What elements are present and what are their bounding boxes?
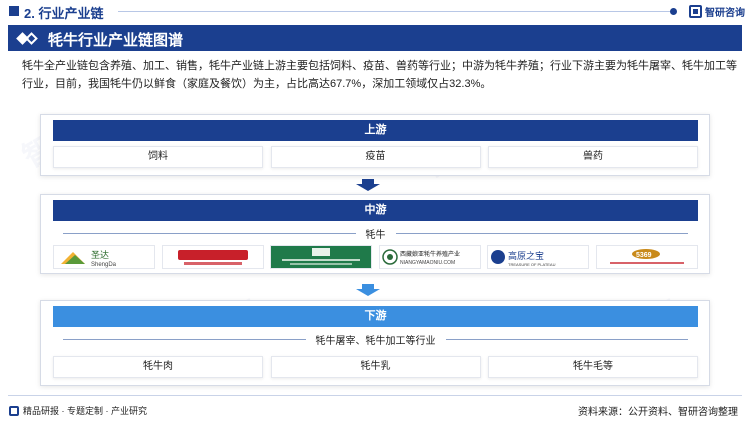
section-marker-icon — [9, 6, 19, 16]
gaoyuan-logo-icon: 高原之宝 TREASURE OF PLATEAU — [491, 250, 556, 267]
downstream-item-yak-meat: 牦牛肉 — [53, 356, 263, 378]
title-banner: 牦牛行业产业链图谱 — [8, 25, 742, 51]
5369-logo-icon: 5369 — [609, 249, 684, 264]
logo-green-brand — [270, 245, 373, 269]
svg-text:TREASURE OF PLATEAU: TREASURE OF PLATEAU — [508, 262, 556, 267]
divider-line — [395, 233, 688, 234]
svg-text:圣达: 圣达 — [91, 249, 109, 260]
svg-text:NIANGYAMAONIU.COM: NIANGYAMAONIU.COM — [400, 260, 455, 266]
upstream-item-vaccine: 疫苗 — [270, 146, 481, 168]
red-brand-logo-icon — [177, 250, 248, 265]
upstream-panel: 上游 饲料 疫苗 兽药 — [40, 114, 710, 176]
shengda-logo-icon: 圣达 ShengDa — [61, 249, 117, 268]
svg-text:5369: 5369 — [636, 252, 652, 259]
midstream-header: 中游 — [53, 200, 698, 221]
brand-logo-icon — [689, 5, 702, 18]
logo-gaoyuan-zhibao: 高原之宝 TREASURE OF PLATEAU — [487, 245, 590, 269]
logo-red-brand — [161, 245, 264, 269]
upstream-item-veterinary-drug: 兽药 — [488, 146, 698, 168]
divider-line — [63, 233, 356, 234]
downstream-sublabel: 牦牛屠宰、牦牛加工等行业 — [315, 336, 436, 347]
downstream-items: 牦牛肉 牦牛乳 牦牛毛等 — [53, 356, 698, 378]
banner-title: 牦牛行业产业链图谱 — [48, 32, 184, 49]
footer-divider — [8, 395, 742, 396]
diamond-outline-icon — [25, 32, 38, 45]
midstream-sublabel-row: 牦牛 — [53, 226, 698, 241]
downstream-header: 下游 — [53, 306, 698, 327]
downstream-item-yak-milk: 牦牛乳 — [270, 356, 481, 378]
logo-5369: 5369 — [595, 245, 698, 269]
upstream-item-feed: 饲料 — [53, 146, 263, 168]
divider-line — [445, 339, 688, 340]
green-brand-logo-icon — [282, 248, 361, 265]
header-divider — [118, 11, 673, 12]
logo-shengda: 圣达 ShengDa — [53, 245, 155, 269]
logo-niangya: 西藏娘亚牦牛养殖产业 NIANGYAMAONIU.COM — [378, 245, 481, 269]
niangya-logo-icon: 西藏娘亚牦牛养殖产业 NIANGYAMAONIU.COM — [382, 249, 460, 266]
footer: 精品研报 · 专题定制 · 产业研究 资料来源：公开资料、智研咨询整理 — [0, 395, 750, 422]
upstream-header: 上游 — [53, 120, 698, 141]
header-dot-icon — [670, 8, 677, 15]
midstream-sublabel: 牦牛 — [365, 230, 386, 241]
intro-paragraph: 牦牛全产业链包含养殖、加工、销售，牦牛产业链上游主要包括饲料、疫苗、兽药等行业；… — [22, 60, 737, 90]
svg-text:ShengDa: ShengDa — [91, 262, 117, 268]
midstream-panel: 中游 牦牛 圣达 ShengDa 西藏娘亚牦牛养殖产业 NIANGYAMAONI… — [40, 194, 710, 274]
section-title: 2. 行业产业链 — [24, 6, 104, 21]
top-bar: 2. 行业产业链 智研咨询 — [0, 0, 750, 22]
company-logos: 圣达 ShengDa 西藏娘亚牦牛养殖产业 NIANGYAMAONIU.COM — [53, 245, 698, 269]
downstream-sublabel-row: 牦牛屠宰、牦牛加工等行业 — [53, 332, 698, 347]
svg-text:西藏娘亚牦牛养殖产业: 西藏娘亚牦牛养殖产业 — [400, 250, 460, 258]
brand: 智研咨询 — [689, 4, 745, 19]
source-note: 资料来源：公开资料、智研咨询整理 — [578, 407, 738, 418]
divider-line — [63, 339, 306, 340]
footer-tagline: 精品研报 · 专题定制 · 产业研究 — [23, 406, 147, 416]
downstream-panel: 下游 牦牛屠宰、牦牛加工等行业 牦牛肉 牦牛乳 牦牛毛等 — [40, 300, 710, 386]
svg-text:高原之宝: 高原之宝 — [508, 250, 544, 261]
brand-name: 智研咨询 — [705, 8, 745, 19]
footer-left: 精品研报 · 专题定制 · 产业研究 — [9, 404, 147, 417]
footer-logo-icon — [9, 405, 19, 416]
downstream-item-yak-wool: 牦牛毛等 — [488, 356, 698, 378]
upstream-items: 饲料 疫苗 兽药 — [53, 146, 698, 168]
